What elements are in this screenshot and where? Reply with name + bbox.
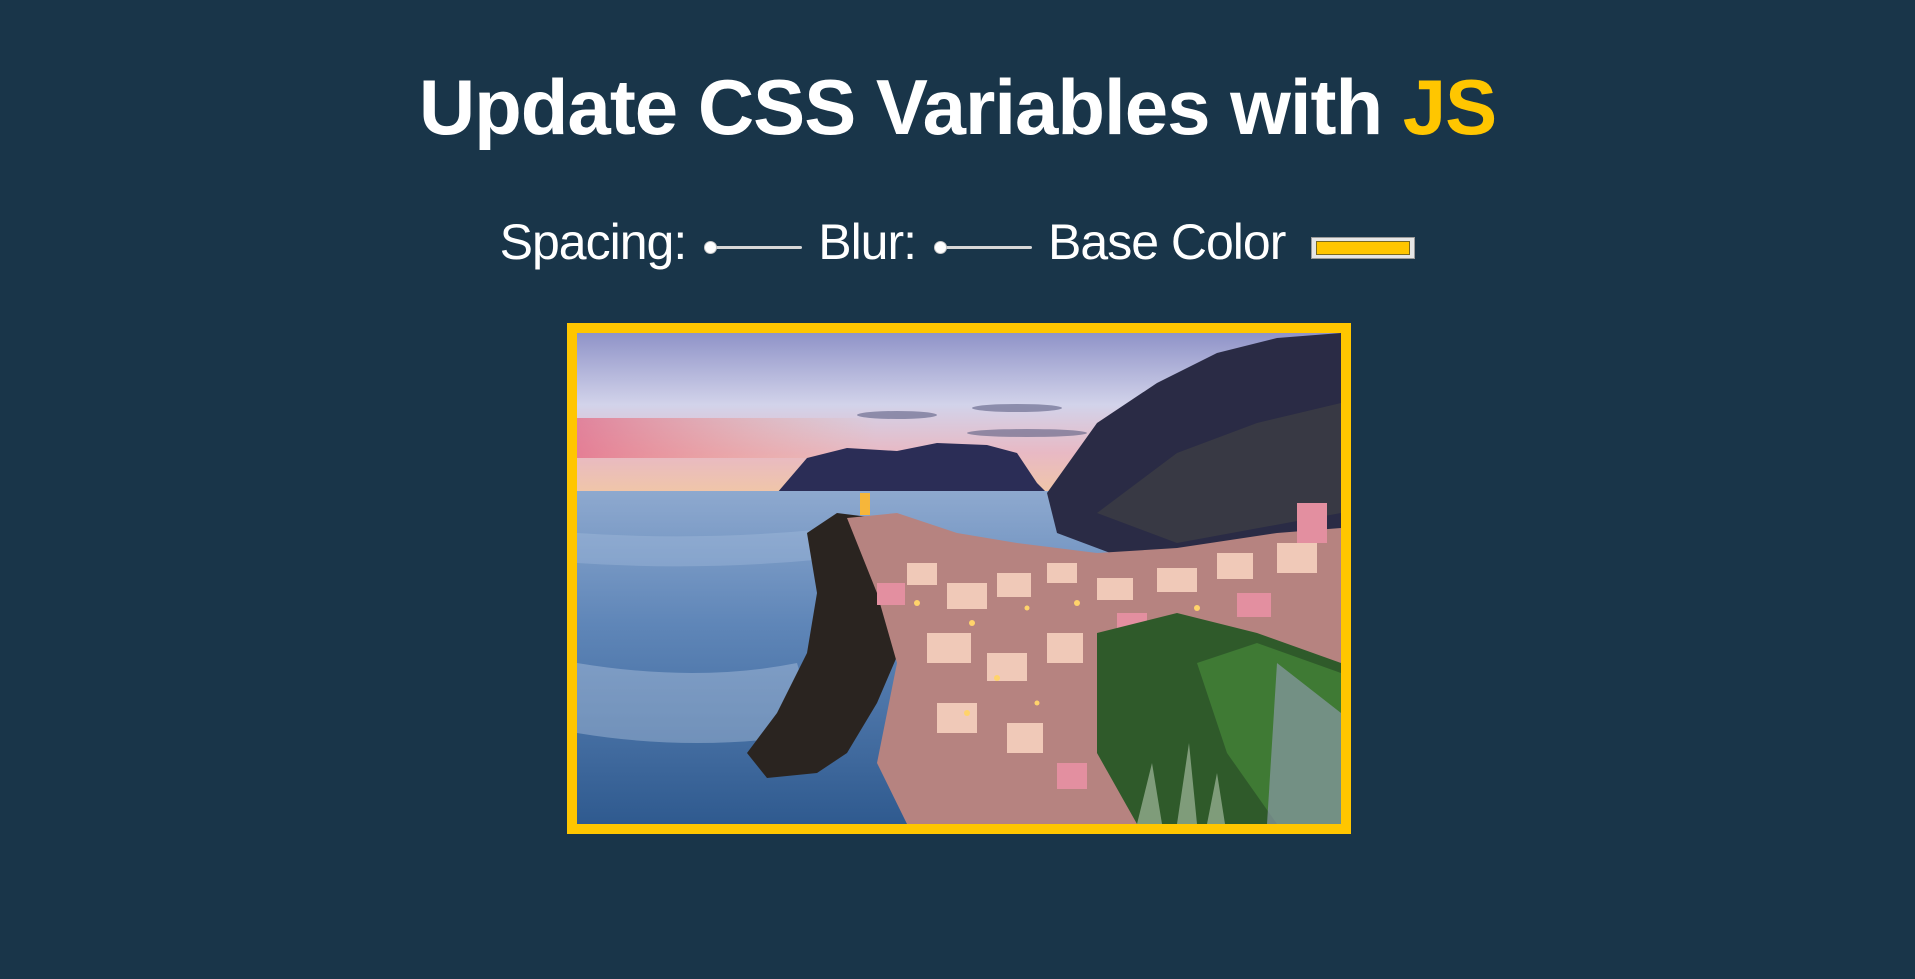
blur-label: Blur: [818, 214, 917, 270]
spacing-slider[interactable] [704, 240, 803, 254]
blur-slider-thumb[interactable] [934, 241, 948, 254]
title-highlight-text: JS [1402, 63, 1497, 151]
base-color-picker[interactable] [1311, 237, 1416, 259]
landscape-photo [577, 333, 1341, 824]
page-title: Update CSS Variables with JS [0, 62, 1915, 152]
spacing-slider-thumb[interactable] [704, 241, 718, 254]
title-main-text: Update CSS Variables with [418, 63, 1403, 151]
blur-slider[interactable] [934, 240, 1033, 254]
spacing-slider-track [708, 246, 803, 249]
base-color-swatch [1316, 241, 1411, 255]
blur-slider-track [938, 246, 1033, 249]
photo-frame [567, 323, 1351, 834]
page: Update CSS Variables with JS Spacing: Bl… [0, 0, 1915, 979]
spacing-label: Spacing: [499, 214, 688, 270]
controls-bar: Spacing: Blur: Base Color [0, 212, 1915, 272]
base-color-label: Base Color [1048, 214, 1286, 270]
